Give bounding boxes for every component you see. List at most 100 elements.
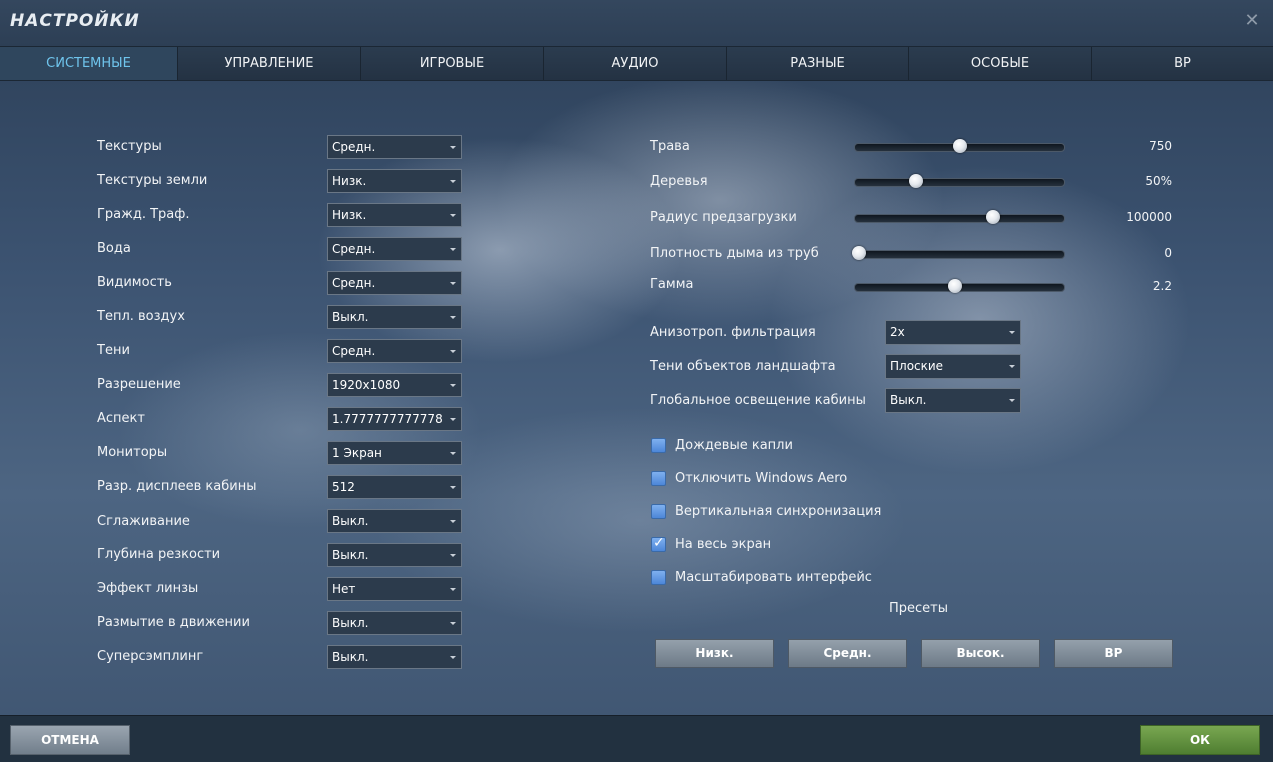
resolution-select[interactable]: 1920x1080 xyxy=(327,373,462,397)
motion-blur-value: Выкл. xyxy=(332,616,369,630)
chevron-down-icon xyxy=(450,146,456,149)
scale-ui-checkbox[interactable] xyxy=(651,570,666,585)
gamma-slider[interactable] xyxy=(854,279,1065,293)
close-icon[interactable]: ✕ xyxy=(1243,12,1261,30)
disable-windows-aero-checkbox[interactable] xyxy=(651,471,666,486)
textures-select[interactable]: Средн. xyxy=(327,135,462,159)
visibility-select[interactable]: Средн. xyxy=(327,271,462,295)
chevron-down-icon xyxy=(450,350,456,353)
gamma-label: Гамма xyxy=(650,277,694,292)
shadows-select[interactable]: Средн. xyxy=(327,339,462,363)
depth-of-field-select[interactable]: Выкл. xyxy=(327,543,462,567)
grass-slider-handle[interactable] xyxy=(952,139,967,153)
water-label: Вода xyxy=(97,241,131,256)
scale-ui-label: Масштабировать интерфейс xyxy=(675,570,872,585)
anisotropic-filtering-value: 2x xyxy=(890,325,905,339)
monitors-label: Мониторы xyxy=(97,445,168,460)
chevron-down-icon xyxy=(450,384,456,387)
tab-misc[interactable]: РАЗНЫЕ xyxy=(727,47,909,80)
resolution-label: Разрешение xyxy=(97,377,181,392)
antialiasing-select[interactable]: Выкл. xyxy=(327,509,462,533)
gamma-slider-handle[interactable] xyxy=(948,279,963,293)
rain-drops-label: Дождевые капли xyxy=(675,438,793,453)
chevron-down-icon xyxy=(450,520,456,523)
preset-high-button[interactable]: Высок. xyxy=(921,639,1040,668)
tab-controls[interactable]: УПРАВЛЕНИЕ xyxy=(178,47,361,80)
presets-title: Пресеты xyxy=(889,601,949,616)
preload-radius-label: Радиус предзагрузки xyxy=(650,210,797,225)
resolution-value: 1920x1080 xyxy=(332,378,401,392)
trees-value: 50% xyxy=(1145,174,1172,188)
textures-label: Текстуры xyxy=(97,139,162,154)
tab-special[interactable]: ОСОБЫЕ xyxy=(909,47,1092,80)
heat-blur-value: Выкл. xyxy=(332,310,369,324)
shadows-value: Средн. xyxy=(332,344,376,358)
terrain-object-shadows-select[interactable]: Плоские xyxy=(885,354,1021,379)
chimney-smoke-slider[interactable] xyxy=(852,246,1065,260)
chevron-down-icon xyxy=(450,452,456,455)
chimney-smoke-value: 0 xyxy=(1164,246,1172,260)
chevron-down-icon xyxy=(450,248,456,251)
chimney-smoke-slider-handle[interactable] xyxy=(852,246,867,260)
cockpit-display-res-value: 512 xyxy=(332,480,355,494)
chevron-down-icon xyxy=(450,588,456,591)
cockpit-global-illumination-select[interactable]: Выкл. xyxy=(885,388,1021,413)
cockpit-global-illumination-label: Глобальное освещение кабины xyxy=(650,393,866,408)
grass-label: Трава xyxy=(650,139,690,154)
visibility-value: Средн. xyxy=(332,276,376,290)
heat-blur-label: Тепл. воздух xyxy=(97,309,185,324)
disable-windows-aero-label: Отключить Windows Aero xyxy=(675,471,848,486)
fullscreen-checkbox[interactable]: ✓ xyxy=(651,535,666,552)
terrain-textures-value: Низк. xyxy=(332,174,367,188)
grass-slider[interactable] xyxy=(854,139,1065,153)
supersampling-select[interactable]: Выкл. xyxy=(327,645,462,669)
chevron-down-icon xyxy=(450,418,456,421)
tab-gameplay[interactable]: ИГРОВЫЕ xyxy=(361,47,544,80)
anisotropic-filtering-select[interactable]: 2x xyxy=(885,320,1021,345)
aspect-select[interactable]: 1.7777777777778 xyxy=(327,407,462,431)
supersampling-value: Выкл. xyxy=(332,650,369,664)
chimney-smoke-label: Плотность дыма из труб xyxy=(650,246,819,261)
monitors-select[interactable]: 1 Экран xyxy=(327,441,462,465)
ok-button[interactable]: ОК xyxy=(1140,725,1260,755)
terrain-textures-select[interactable]: Низк. xyxy=(327,169,462,193)
grass-value: 750 xyxy=(1149,139,1172,153)
trees-slider[interactable] xyxy=(854,174,1065,188)
trees-slider-handle[interactable] xyxy=(908,174,923,188)
preset-low-button[interactable]: Низк. xyxy=(655,639,774,668)
motion-blur-select[interactable]: Выкл. xyxy=(327,611,462,635)
water-select[interactable]: Средн. xyxy=(327,237,462,261)
chevron-down-icon xyxy=(450,214,456,217)
textures-value: Средн. xyxy=(332,140,376,154)
cancel-button[interactable]: ОТМЕНА xyxy=(10,725,130,755)
chevron-down-icon xyxy=(450,486,456,489)
anisotropic-filtering-label: Анизотроп. фильтрация xyxy=(650,325,816,340)
civil-traffic-select[interactable]: Низк. xyxy=(327,203,462,227)
preset-medium-button[interactable]: Средн. xyxy=(788,639,907,668)
preload-radius-slider-handle[interactable] xyxy=(985,210,1000,224)
chevron-down-icon xyxy=(450,282,456,285)
rain-drops-checkbox[interactable] xyxy=(651,438,666,453)
tab-system[interactable]: СИСТЕМНЫЕ xyxy=(0,47,178,80)
preset-vr-button[interactable]: ВР xyxy=(1054,639,1173,668)
cockpit-global-illumination-value: Выкл. xyxy=(890,393,927,407)
vsync-checkbox[interactable] xyxy=(651,504,666,519)
vsync-label: Вертикальная синхронизация xyxy=(675,504,882,519)
chevron-down-icon xyxy=(450,554,456,557)
terrain-textures-label: Текстуры земли xyxy=(97,173,208,188)
terrain-object-shadows-label: Тени объектов ландшафта xyxy=(650,359,836,374)
heat-blur-select[interactable]: Выкл. xyxy=(327,305,462,329)
lens-effect-label: Эффект линзы xyxy=(97,581,199,596)
chevron-down-icon xyxy=(450,656,456,659)
footer-bar: ОТМЕНА ОК xyxy=(0,715,1273,762)
chevron-down-icon xyxy=(1009,365,1015,368)
trees-label: Деревья xyxy=(650,174,708,189)
lens-effect-select[interactable]: Нет xyxy=(327,577,462,601)
preload-radius-slider[interactable] xyxy=(854,210,1065,224)
tab-audio[interactable]: АУДИО xyxy=(544,47,727,80)
lens-effect-value: Нет xyxy=(332,582,356,596)
cockpit-display-res-select[interactable]: 512 xyxy=(327,475,462,499)
chevron-down-icon xyxy=(1009,331,1015,334)
tab-vr[interactable]: ВР xyxy=(1092,47,1273,80)
supersampling-label: Суперсэмплинг xyxy=(97,649,204,664)
